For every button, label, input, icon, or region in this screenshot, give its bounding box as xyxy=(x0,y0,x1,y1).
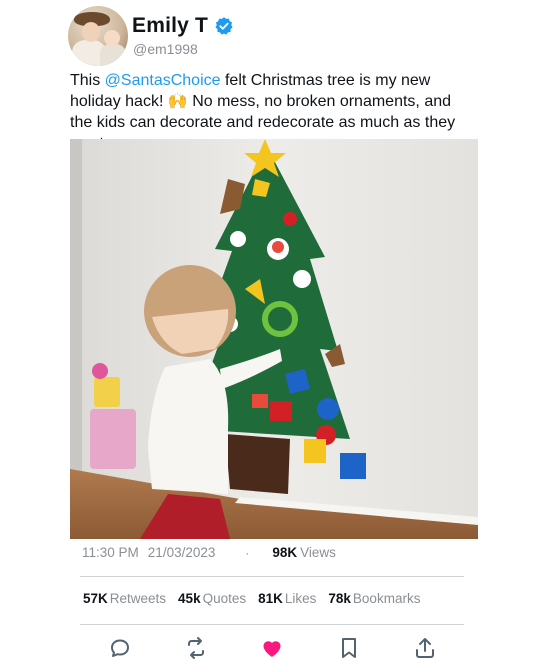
views-label: Views xyxy=(300,545,336,560)
bookmark-icon[interactable] xyxy=(337,636,361,660)
tweet-date[interactable]: 21/03/2023 xyxy=(148,545,216,560)
bookmarks-stat[interactable]: 78k Bookmarks xyxy=(328,591,420,606)
tweet-meta: 11:30 PM 21/03/2023 · 98K Views xyxy=(82,545,336,560)
avatar[interactable] xyxy=(68,6,128,66)
retweets-stat[interactable]: 57K Retweets xyxy=(83,591,166,606)
heart-icon[interactable] xyxy=(260,636,284,660)
tweet-photo[interactable] xyxy=(70,139,478,539)
tweet-photo-illustration xyxy=(70,139,478,539)
likes-count: 81K xyxy=(258,591,283,606)
quotes-count: 45k xyxy=(178,591,201,606)
meta-separator: · xyxy=(245,545,250,560)
retweets-count: 57K xyxy=(83,591,108,606)
share-icon[interactable] xyxy=(413,636,437,660)
retweets-label: Retweets xyxy=(109,591,167,606)
likes-stat[interactable]: 81K Likes xyxy=(258,591,316,606)
tweet-header: Emily T @em1998 xyxy=(68,6,488,68)
divider xyxy=(80,576,464,577)
name-row: Emily T xyxy=(132,14,234,38)
quotes-stat[interactable]: 45k Quotes xyxy=(178,591,246,606)
views-count: 98K xyxy=(272,545,298,560)
tweet-text-part: This xyxy=(70,72,105,89)
display-name[interactable]: Emily T xyxy=(132,14,208,38)
engagement-stats: 57K Retweets 45k Quotes 81K Likes 78k Bookma… xyxy=(83,591,420,606)
reply-icon[interactable] xyxy=(108,636,132,660)
likes-label: Likes xyxy=(284,591,317,606)
bookmarks-count: 78k xyxy=(328,591,351,606)
verified-badge-icon xyxy=(215,17,233,35)
retweet-icon[interactable] xyxy=(184,636,208,660)
user-handle[interactable]: @em1998 xyxy=(133,41,198,57)
bookmarks-label: Bookmarks xyxy=(352,591,421,606)
action-bar xyxy=(100,636,450,662)
divider xyxy=(80,624,464,625)
quotes-label: Quotes xyxy=(202,591,247,606)
tweet-time[interactable]: 11:30 PM xyxy=(82,545,139,560)
mention-link[interactable]: @SantasChoice xyxy=(105,72,221,89)
